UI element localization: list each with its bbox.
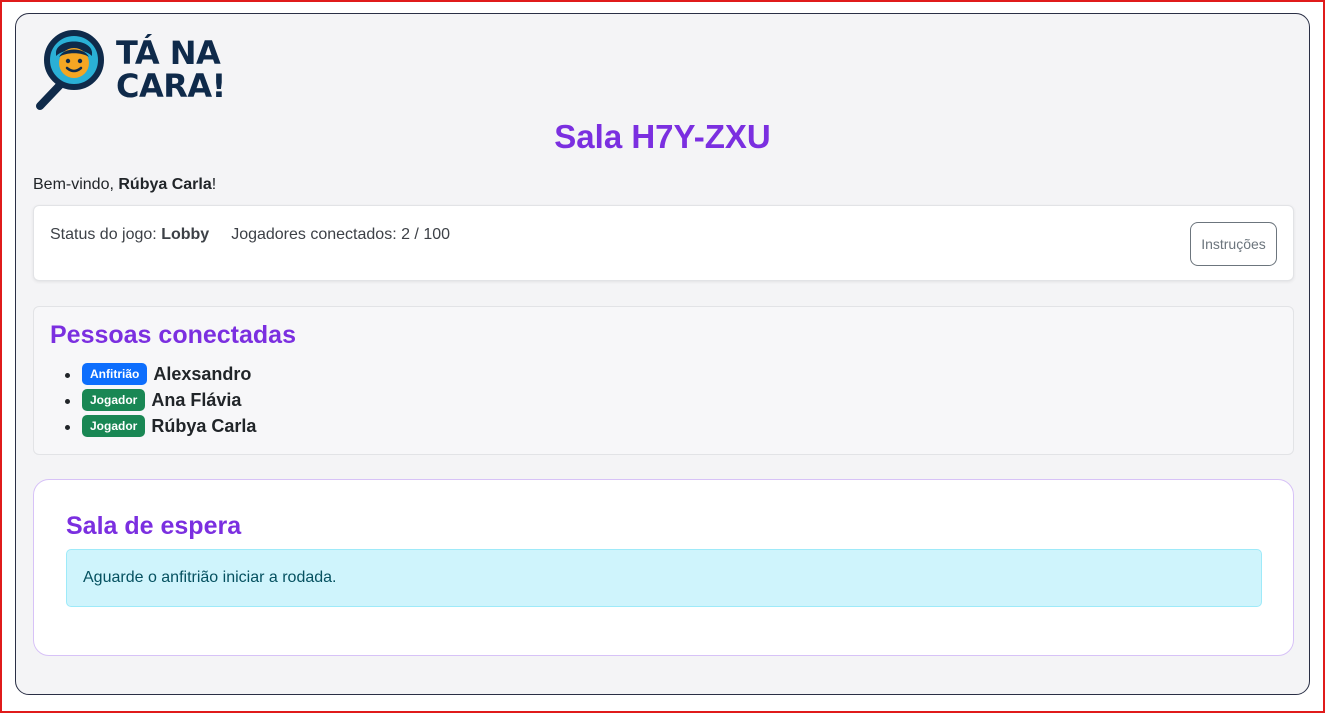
person-name: Ana Flávia: [151, 390, 242, 410]
game-status-label: Status do jogo:: [50, 226, 162, 243]
waiting-room-card: Sala de espera Aguarde o anfitrião inici…: [33, 479, 1294, 656]
person-name: Alexsandro: [153, 364, 252, 384]
host-badge: Anfitrião: [82, 363, 148, 386]
player-badge: Jogador: [82, 389, 146, 412]
waiting-room-title: Sala de espera: [66, 512, 242, 540]
app-logo[interactable]: TÁ NA CARA!: [34, 30, 226, 110]
welcome-message: Bem-vindo, Rúbya Carla!: [33, 176, 216, 194]
list-item: JogadorRúbya Carla: [82, 413, 256, 439]
welcome-suffix: !: [211, 176, 217, 193]
status-line: Status do jogo: Lobby Jogadores conectado…: [50, 226, 450, 244]
welcome-user-name: Rúbya Carla: [118, 176, 212, 193]
room-title: Sala H7Y-ZXU: [554, 118, 771, 155]
logo-text-line2: CARA!: [116, 67, 226, 105]
connected-people-title: Pessoas conectadas: [50, 321, 296, 349]
game-status-card: Status do jogo: Lobby Jogadores conectado…: [33, 205, 1294, 281]
logo-text: TÁ NA CARA!: [116, 37, 226, 103]
waiting-alert: Aguarde o anfitrião iniciar a rodada.: [66, 549, 1262, 607]
app-container: TÁ NA CARA! Sala H7Y-ZXU Bem-vindo, Rúby…: [15, 13, 1310, 695]
game-status-value: Lobby: [161, 226, 210, 243]
connected-people-card: Pessoas conectadas AnfitriãoAlexsandro J…: [33, 306, 1294, 455]
magnifier-face-icon: [36, 30, 104, 110]
person-name: Rúbya Carla: [151, 416, 257, 436]
connected-people-list: AnfitriãoAlexsandro JogadorAna Flávia Jo…: [64, 361, 256, 439]
list-item: JogadorAna Flávia: [82, 387, 256, 413]
logo-text-line1: TÁ NA: [116, 34, 221, 72]
list-item: AnfitriãoAlexsandro: [82, 361, 256, 387]
welcome-prefix: Bem-vindo,: [33, 176, 119, 193]
instructions-button[interactable]: Instruções: [1190, 222, 1277, 266]
player-badge: Jogador: [82, 415, 146, 438]
players-connected-count: Jogadores conectados: 2 / 100: [231, 226, 451, 243]
